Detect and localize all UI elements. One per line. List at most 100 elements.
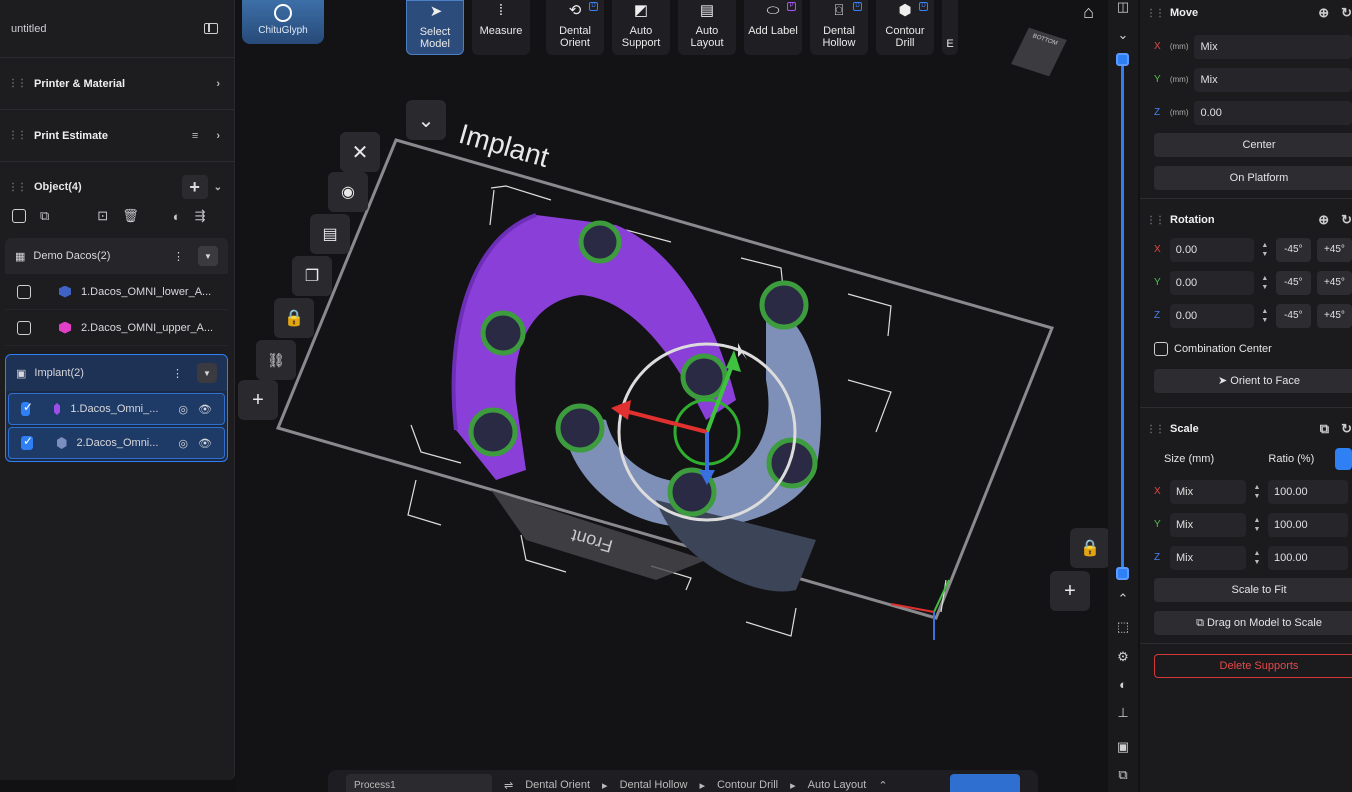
anchor-icon[interactable]: ⊥ [1116, 706, 1130, 720]
chevron-up-icon[interactable]: ⌃ [878, 779, 887, 792]
eye-view-icon[interactable]: ◉ [328, 172, 368, 212]
select-model-button[interactable]: ➤ Select Model [406, 0, 464, 55]
drag-handle-icon[interactable]: ⋮⋮ [8, 182, 27, 193]
rotation-x-input[interactable]: 0.00 [1169, 237, 1254, 262]
process-select[interactable]: Process1 [346, 774, 492, 792]
more-tools-button[interactable]: E [942, 0, 958, 55]
reset-icon[interactable]: ↻ [1341, 5, 1352, 21]
select-all-checkbox[interactable] [12, 209, 26, 223]
section-print-estimate[interactable]: ⋮⋮ Print Estimate ≡ › [0, 110, 234, 162]
layout-icon[interactable]: ▤ [310, 214, 350, 254]
scale-z-ratio-input[interactable]: 100.00 [1268, 545, 1348, 570]
scale-x-ratio-input[interactable]: 100.00 [1268, 479, 1348, 504]
contrast-icon[interactable]: ◐ [1116, 678, 1130, 692]
list-item[interactable]: 1.Dacos_OMNI_lower_A... [5, 274, 228, 310]
focus-icon[interactable]: ⊡ [97, 208, 108, 224]
reset-icon[interactable]: ↻ [1341, 212, 1352, 228]
rotate-plus-button[interactable]: +45° [1316, 270, 1352, 295]
stepper-icon[interactable]: ▲ ▼ [1252, 483, 1262, 501]
add-icon[interactable]: + [238, 380, 278, 420]
drag-handle-icon[interactable]: ⋮⋮ [1146, 8, 1165, 19]
list-item[interactable]: 2.Dacos_Omni... ◎ 👁 [8, 427, 225, 459]
more-icon[interactable]: ⋮ [173, 250, 184, 263]
item-checkbox[interactable] [17, 320, 31, 335]
item-checkbox[interactable] [21, 434, 33, 450]
settings-icon[interactable]: ⇌ [504, 779, 513, 792]
app-logo[interactable]: ChituGlyph [242, 0, 324, 44]
scale-z-size-input[interactable]: Mix [1170, 545, 1246, 570]
rotate-minus-button[interactable]: -45° [1275, 270, 1311, 295]
delete-supports-button[interactable]: Delete Supports [1154, 654, 1352, 678]
move-z-input[interactable]: 0.00 [1194, 100, 1352, 125]
link-ratio-icon[interactable] [1334, 447, 1352, 470]
auto-layout-button[interactable]: ▤ Auto Layout [678, 0, 736, 55]
move-y-input[interactable]: Mix [1194, 67, 1352, 92]
combination-center-checkbox[interactable] [1154, 341, 1168, 356]
process-step[interactable]: Dental Hollow [620, 779, 688, 791]
rotation-z-input[interactable]: 0.00 [1169, 303, 1254, 328]
group-row[interactable]: ▣ Implant(2) ⋮ ▼ [6, 355, 227, 391]
cube-icon[interactable]: ⬚ [1116, 620, 1130, 634]
rotation-y-input[interactable]: 0.00 [1169, 270, 1254, 295]
gear-icon[interactable]: ⚙ [1116, 650, 1130, 664]
process-step[interactable]: Contour Drill [717, 779, 778, 791]
globe-icon[interactable]: ⊕ [1318, 5, 1329, 21]
panel-icon[interactable]: ◫ [1116, 0, 1130, 14]
list-item[interactable]: 2.Dacos_OMNI_upper_A... [5, 310, 228, 346]
filter-icon[interactable]: ⇶ [195, 208, 206, 224]
process-step[interactable]: Auto Layout [808, 779, 867, 791]
stepper-icon[interactable]: ▲ ▼ [1260, 274, 1270, 292]
measure-button[interactable]: ⁞ Measure [472, 0, 530, 55]
trash-icon[interactable]: 🗑 [122, 208, 139, 224]
stepper-icon[interactable]: ▲ ▼ [1260, 241, 1270, 259]
rotate-minus-button[interactable]: -45° [1275, 237, 1311, 262]
list-icon[interactable]: ≡ [192, 130, 198, 142]
3d-viewport[interactable]: Implant Front ⌄ ✕ ◉ ▤ ❐ 🔒 ⛓ + 🔒 + ChituG… [236, 0, 1108, 792]
scale-y-ratio-input[interactable]: 100.00 [1268, 512, 1348, 537]
layer-slider[interactable] [1121, 56, 1124, 574]
rotate-view-button[interactable]: ⌄ [406, 100, 446, 140]
scale-y-size-input[interactable]: Mix [1170, 512, 1246, 537]
chevron-down-icon[interactable]: ⌄ [214, 182, 222, 193]
target-icon[interactable]: ◎ [178, 403, 188, 416]
group-row[interactable]: ▦ Demo Dacos(2) ⋮ ▼ [5, 238, 228, 274]
chevron-down-icon[interactable]: ⌄ [1116, 28, 1130, 42]
stepper-icon[interactable]: ▲ ▼ [1252, 516, 1262, 534]
dental-orient-button[interactable]: ⟲ D Dental Orient [546, 0, 604, 55]
rotate-plus-button[interactable]: +45° [1316, 237, 1352, 262]
group-dropdown-button[interactable]: ▼ [198, 246, 218, 266]
reset-icon[interactable]: ↻ [1341, 421, 1352, 437]
process-step[interactable]: Dental Orient [525, 779, 590, 791]
drag-handle-icon[interactable]: ⋮⋮ [1146, 424, 1165, 435]
lock-icon[interactable]: 🔒 [1070, 528, 1108, 568]
group-dropdown-button[interactable]: ▼ [197, 363, 217, 383]
add-object-button[interactable]: + [181, 175, 208, 199]
sidebar-toggle-icon[interactable] [204, 23, 218, 34]
center-button[interactable]: Center [1154, 133, 1352, 157]
add-label-button[interactable]: ⬭ P Add Label [744, 0, 802, 55]
orient-to-face-button[interactable]: ➤ Orient to Face [1154, 369, 1352, 393]
eye-icon[interactable]: 👁 [198, 403, 212, 416]
stepper-icon[interactable]: ▲ ▼ [1252, 549, 1262, 567]
globe-icon[interactable]: ⊕ [1318, 212, 1329, 228]
drag-handle-icon[interactable]: ⋮⋮ [8, 130, 27, 141]
palette-icon[interactable]: ◐ [173, 209, 181, 224]
chevron-up-icon[interactable]: ⌃ [1116, 592, 1130, 606]
slider-bottom-handle[interactable] [1116, 567, 1129, 580]
target-icon[interactable]: ◎ [178, 437, 188, 450]
contour-drill-button[interactable]: ⬢ D Contour Drill [876, 0, 934, 55]
lock-icon[interactable]: 🔒 [274, 298, 314, 338]
run-button[interactable] [950, 774, 1020, 792]
support-icon[interactable]: ⛓ [256, 340, 296, 380]
item-checkbox[interactable] [21, 400, 33, 416]
stepper-icon[interactable]: ▲ ▼ [1260, 307, 1270, 325]
on-platform-button[interactable]: On Platform [1154, 166, 1352, 190]
item-checkbox[interactable] [17, 284, 31, 299]
more-icon[interactable]: ⋮ [172, 367, 183, 380]
move-x-input[interactable]: Mix [1194, 34, 1352, 59]
drag-to-scale-button[interactable]: ⧉ Drag on Model to Scale [1154, 611, 1352, 635]
copy-icon[interactable]: ⧉ [40, 208, 49, 224]
drag-handle-icon[interactable]: ⋮⋮ [1146, 215, 1165, 226]
rotate-plus-button[interactable]: +45° [1316, 303, 1352, 328]
home-icon[interactable]: ⌂ [1083, 2, 1094, 23]
